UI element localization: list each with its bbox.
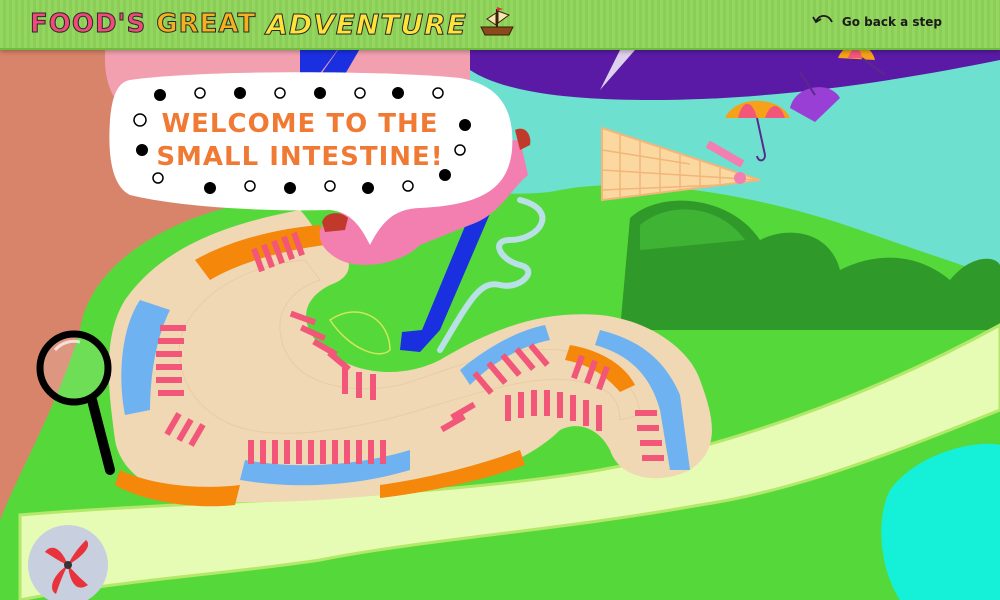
game-logo: FOOD'S GREAT ADVENTURE — [29, 5, 517, 43]
small-intestine-scene — [0, 0, 1000, 600]
back-arrow-icon — [812, 12, 834, 32]
welcome-line-1: WELCOME TO THE — [161, 109, 439, 139]
logo-word-2: GREAT — [156, 9, 257, 40]
logo-word-1: FOOD'S — [29, 9, 147, 40]
welcome-line-2: SMALL INTESTINE! — [156, 142, 444, 172]
go-back-button[interactable]: Go back a step — [812, 12, 942, 32]
go-back-label: Go back a step — [841, 15, 942, 29]
welcome-message: WELCOME TO THE SMALL INTESTINE! — [150, 108, 450, 174]
top-bar: FOOD'S GREAT ADVENTURE Go back a step — [0, 0, 1000, 50]
ship-icon — [477, 5, 517, 43]
logo-word-3: ADVENTURE — [266, 7, 467, 41]
